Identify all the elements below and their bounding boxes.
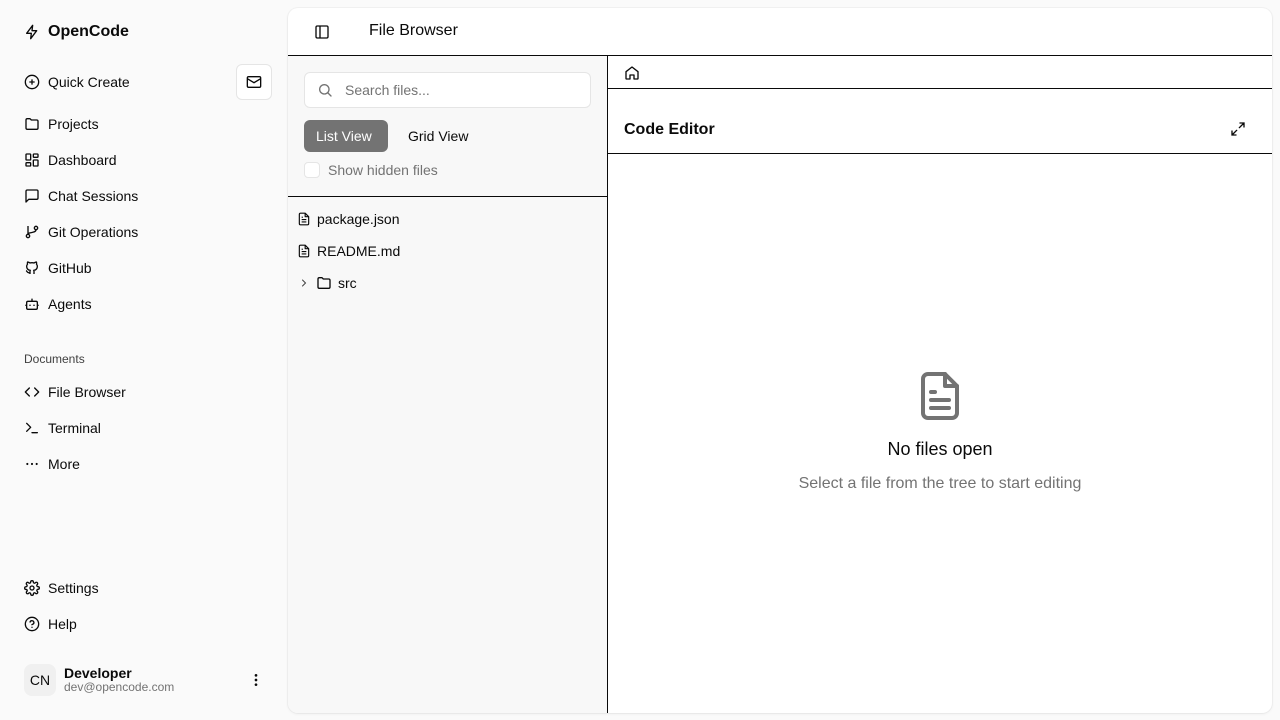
sidebar-item-label: File Browser (48, 384, 126, 400)
dashboard-icon (25, 153, 39, 167)
brand[interactable]: OpenCode (24, 22, 129, 42)
top-bar: File Browser (288, 8, 1272, 56)
sidebar-item-label: Agents (48, 296, 92, 312)
user-profile[interactable]: CN Developer dev@opencode.com (24, 662, 272, 698)
editor-pane: Code Editor No files open Select a file … (608, 56, 1272, 713)
git-branch-icon (25, 225, 39, 239)
sidebar-item-dashboard[interactable]: Dashboard (24, 148, 117, 172)
chevron-right-icon[interactable] (298, 277, 310, 289)
terminal-icon (26, 422, 38, 434)
sidebar-item-more[interactable]: More (24, 452, 80, 476)
folder-icon (317, 277, 331, 289)
sidebar-item-label: GitHub (48, 260, 92, 276)
list-view-button[interactable]: List View (304, 120, 388, 152)
tree-item-file[interactable]: README.md (297, 239, 400, 263)
sidebar-item-label: Help (48, 616, 77, 632)
quick-create-button[interactable]: Quick Create (24, 70, 130, 94)
sidebar-toggle-icon[interactable] (314, 24, 330, 40)
search-icon (319, 84, 332, 97)
file-browser-pane: List View Grid View Show hidden files pa… (288, 56, 608, 713)
editor-header: Code Editor (608, 89, 1272, 154)
sidebar-item-projects[interactable]: Projects (24, 112, 99, 136)
main-panel: File Browser List View Grid View Show hi… (288, 8, 1272, 713)
sidebar: OpenCode Quick Create Projects Dashboard… (0, 0, 288, 720)
plus-circle-icon (24, 74, 40, 90)
divider (288, 196, 608, 197)
sidebar-item-label: Chat Sessions (48, 188, 139, 204)
sidebar-item-label: Git Operations (48, 224, 139, 240)
sidebar-item-help[interactable]: Help (24, 612, 77, 636)
sidebar-item-terminal[interactable]: Terminal (24, 416, 101, 440)
documents-section-label: Documents (24, 352, 85, 366)
show-hidden-toggle[interactable]: Show hidden files (304, 160, 438, 180)
help-icon (24, 616, 40, 632)
sidebar-item-git-operations[interactable]: Git Operations (24, 220, 138, 244)
folder-icon (25, 118, 39, 130)
more-icon (26, 462, 38, 466)
file-text-icon (298, 244, 310, 258)
sidebar-item-label: More (48, 456, 80, 472)
show-hidden-checkbox[interactable] (304, 162, 320, 178)
sidebar-item-label: Projects (48, 116, 99, 132)
user-name: Developer (64, 665, 132, 682)
page-title: File Browser (369, 22, 458, 39)
sidebar-item-label: Terminal (48, 420, 101, 436)
zap-icon (26, 24, 38, 40)
sidebar-item-settings[interactable]: Settings (24, 576, 99, 600)
show-hidden-label: Show hidden files (328, 162, 438, 178)
file-text-icon (921, 372, 959, 420)
grid-view-button[interactable]: Grid View (396, 120, 480, 152)
home-icon[interactable] (624, 65, 640, 81)
empty-state-subtitle: Select a file from the tree to start edi… (798, 475, 1082, 492)
sidebar-item-label: Dashboard (48, 152, 117, 168)
avatar: CN (24, 664, 56, 696)
folder-name: src (338, 275, 357, 291)
user-email: dev@opencode.com (64, 680, 175, 695)
sidebar-item-github[interactable]: GitHub (24, 256, 92, 280)
file-name: README.md (317, 243, 401, 259)
file-name: package.json (317, 211, 400, 227)
tree-item-file[interactable]: package.json (297, 207, 400, 231)
gear-icon (24, 580, 40, 596)
bot-icon (25, 298, 39, 310)
search-box[interactable] (304, 72, 591, 108)
breadcrumb (608, 56, 1272, 89)
app-name: OpenCode (48, 23, 129, 40)
editor-title: Code Editor (624, 121, 715, 138)
chat-icon (25, 189, 39, 203)
empty-state-title: No files open (887, 439, 993, 459)
mail-icon (246, 76, 262, 88)
sidebar-item-file-browser[interactable]: File Browser (24, 380, 126, 404)
expand-icon[interactable] (1230, 121, 1246, 137)
file-text-icon (298, 212, 310, 226)
sidebar-item-agents[interactable]: Agents (24, 292, 92, 316)
code-icon (24, 387, 40, 397)
inbox-button[interactable] (236, 64, 272, 100)
sidebar-item-chat-sessions[interactable]: Chat Sessions (24, 184, 138, 208)
tree-item-folder[interactable]: src (298, 271, 357, 295)
sidebar-item-label: Settings (48, 580, 99, 596)
quick-create-label: Quick Create (48, 74, 130, 90)
github-icon (25, 261, 38, 274)
search-input[interactable] (345, 82, 565, 98)
more-vertical-icon[interactable] (248, 672, 264, 688)
